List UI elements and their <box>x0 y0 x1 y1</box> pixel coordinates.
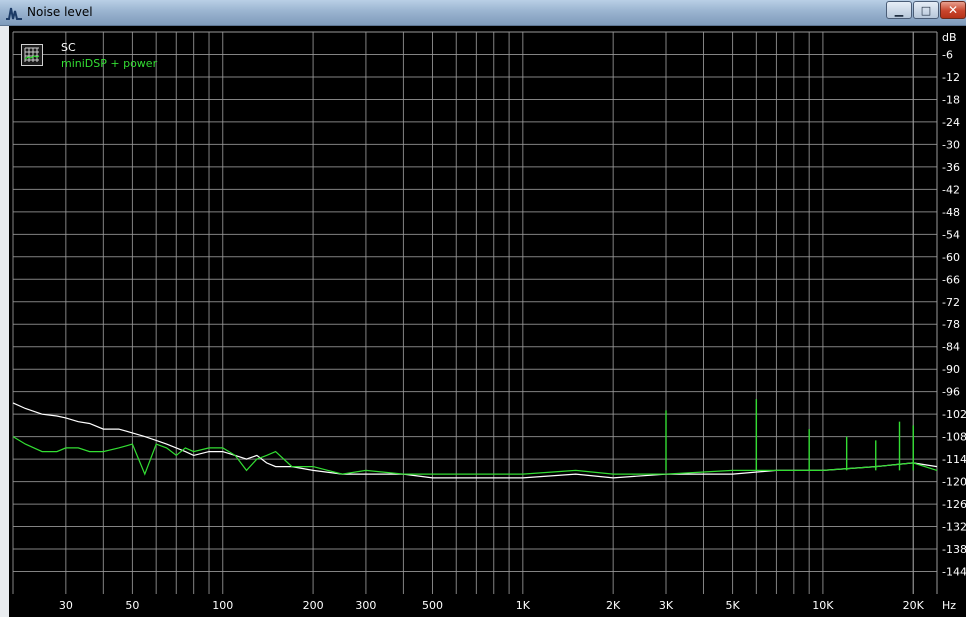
legend-item-minidsp: miniDSP + power <box>61 57 158 70</box>
y-axis-label: dB <box>942 31 957 44</box>
x-tick-label: 300 <box>355 599 376 612</box>
x-tick-label: 1K <box>516 599 531 612</box>
y-tick-label: -144 <box>942 566 966 579</box>
y-tick-label: -78 <box>942 318 960 331</box>
y-tick-label: -30 <box>942 138 960 151</box>
x-axis-label: Hz <box>942 599 956 612</box>
y-tick-label: -18 <box>942 93 960 106</box>
x-tick-label: 200 <box>303 599 324 612</box>
title-bar: Noise level ▁ □ ✕ <box>0 0 966 26</box>
y-tick-label: -72 <box>942 296 960 309</box>
x-tick-label: 500 <box>422 599 443 612</box>
y-tick-label: -102 <box>942 408 966 421</box>
legend-item-sc: SC <box>61 41 76 54</box>
y-tick-label: -24 <box>942 116 960 129</box>
y-tick-label: -66 <box>942 273 960 286</box>
waveform-icon <box>6 7 22 20</box>
y-tick-label: -84 <box>942 341 960 354</box>
x-tick-label: 50 <box>125 599 139 612</box>
maximize-button[interactable]: □ <box>913 1 939 19</box>
graph-settings-icon[interactable] <box>21 44 43 66</box>
x-tick-label: 2K <box>606 599 621 612</box>
x-tick-label: 100 <box>212 599 233 612</box>
close-icon: ✕ <box>947 2 959 17</box>
y-tick-label: -36 <box>942 161 960 174</box>
grid-icon <box>24 47 40 62</box>
y-tick-label: -96 <box>942 386 960 399</box>
x-tick-label: 10K <box>812 599 834 612</box>
noise-level-chart: -6 -12 -18 -24 -30 -36 -42 -48 -54 -60 -66 -72 -78 -8… <box>12 31 966 612</box>
y-tick-label: -42 <box>942 183 960 196</box>
y-tick-label: -126 <box>942 498 966 511</box>
y-tick-label: -48 <box>942 206 960 219</box>
y-tick-label: -114 <box>942 453 966 466</box>
y-tick-label: -132 <box>942 521 966 534</box>
x-tick-label: 30 <box>59 599 73 612</box>
window-frame-left <box>0 26 9 617</box>
y-tick-label: -138 <box>942 543 966 556</box>
x-tick-label: 3K <box>659 599 674 612</box>
series-line-minidsp <box>12 436 938 476</box>
x-tick-label: 5K <box>725 599 740 612</box>
y-tick-label: -6 <box>942 48 953 61</box>
minimize-icon: ▁ <box>894 3 904 17</box>
maximize-icon: □ <box>920 3 932 17</box>
x-tick-label: 20K <box>903 599 925 612</box>
y-tick-label: -54 <box>942 228 960 241</box>
y-tick-label: -120 <box>942 476 966 489</box>
chart-area[interactable]: -6 -12 -18 -24 -30 -36 -42 -48 -54 -60 -66 -72 -78 -8… <box>9 26 966 617</box>
close-button[interactable]: ✕ <box>940 1 966 19</box>
window-title: Noise level <box>27 5 93 19</box>
y-tick-label: -60 <box>942 251 960 264</box>
y-tick-label: -12 <box>942 71 960 84</box>
y-tick-label: -90 <box>942 363 960 376</box>
minimize-button[interactable]: ▁ <box>886 1 912 19</box>
y-tick-label: -108 <box>942 431 966 444</box>
